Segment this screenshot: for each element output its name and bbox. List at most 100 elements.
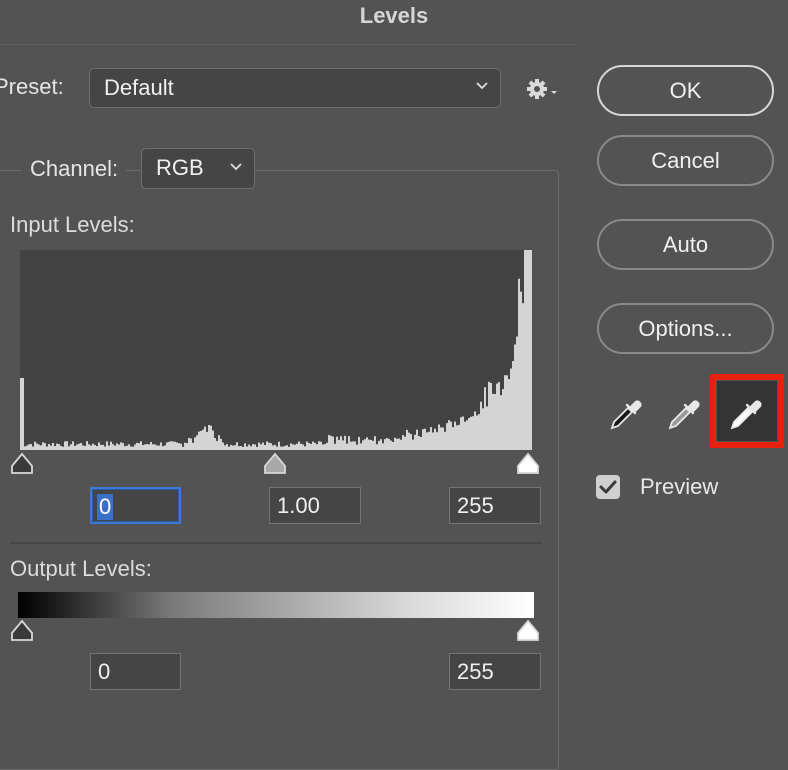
histogram-bar (404, 436, 406, 450)
auto-button[interactable]: Auto (597, 219, 774, 270)
histogram-bar (330, 435, 332, 450)
histogram-bar (222, 442, 224, 450)
histogram-bar (520, 291, 522, 450)
histogram-bar (448, 420, 450, 450)
histogram-bar (146, 444, 148, 450)
input-gamma-field[interactable]: 1.00 (269, 487, 361, 524)
histogram-bar (312, 441, 314, 450)
histogram-bar (530, 250, 532, 450)
histogram-bar (452, 427, 454, 450)
histogram-bar (512, 361, 514, 450)
output-slider[interactable] (10, 619, 540, 643)
histogram-bar (390, 440, 392, 450)
histogram-bar (228, 446, 230, 450)
histogram-bar (392, 442, 394, 450)
histogram-bar (126, 445, 128, 450)
input-black-value: 0 (97, 494, 114, 520)
input-gamma-slider-handle[interactable] (263, 452, 287, 474)
histogram-bar (478, 414, 480, 450)
histogram-bar (344, 435, 346, 450)
histogram-bar (378, 440, 380, 450)
output-white-slider-handle[interactable] (516, 619, 540, 641)
histogram-bar (98, 442, 100, 450)
histogram-bar (410, 434, 412, 450)
histogram-bar (56, 443, 58, 450)
histogram-bar (142, 445, 144, 450)
histogram-bar (524, 250, 526, 450)
histogram-bar (280, 446, 282, 450)
histogram-bar (360, 443, 362, 450)
histogram-bar (496, 383, 498, 450)
output-black-field[interactable]: 0 (90, 653, 181, 690)
cancel-button[interactable]: Cancel (597, 135, 774, 186)
histogram-bar (310, 444, 312, 450)
histogram-bar (134, 444, 136, 450)
histogram-bar (384, 439, 386, 450)
histogram-bar (316, 444, 318, 450)
output-levels-label: Output Levels: (10, 556, 152, 581)
histogram-bar (306, 441, 308, 450)
preview-checkbox[interactable] (596, 475, 620, 499)
histogram-bar (220, 438, 222, 450)
histogram-bar (176, 442, 178, 450)
histogram-bar (458, 424, 460, 450)
histogram-bar (420, 437, 422, 450)
output-black-slider-handle[interactable] (10, 619, 34, 641)
histogram-bar (470, 416, 472, 450)
histogram-bar (112, 444, 114, 450)
histogram-bar (416, 429, 418, 450)
histogram-bar (526, 250, 528, 450)
input-white-field[interactable]: 255 (449, 487, 541, 524)
options-button[interactable]: Options... (597, 303, 774, 354)
histogram-bar (240, 446, 242, 450)
histogram-bar (340, 436, 342, 450)
histogram-bar (110, 441, 112, 450)
histogram-bar (502, 389, 504, 450)
histogram-bar (484, 387, 486, 450)
input-slider[interactable] (10, 452, 540, 476)
histogram-bar (528, 250, 530, 450)
histogram-bar (86, 441, 88, 450)
gray-point-eyedropper-icon[interactable] (666, 392, 702, 432)
histogram-bar (80, 443, 82, 450)
histogram-bar (190, 438, 192, 450)
histogram-bar (72, 441, 74, 450)
histogram-bar (338, 439, 340, 450)
histogram-bar (304, 446, 306, 450)
histogram-bar (438, 424, 440, 450)
histogram-bar (178, 443, 180, 450)
histogram-bar (372, 440, 374, 450)
histogram-bar (46, 446, 48, 450)
histogram-bar (114, 445, 116, 450)
histogram-bar (108, 445, 110, 450)
output-white-field[interactable]: 255 (449, 653, 541, 690)
black-point-eyedropper-icon[interactable] (608, 392, 644, 432)
input-black-field[interactable]: 0 (90, 487, 181, 524)
histogram-bar (200, 430, 202, 450)
histogram-bar (148, 444, 150, 450)
histogram-bar (130, 446, 132, 450)
histogram-bar (366, 437, 368, 450)
channel-dropdown[interactable]: RGB (141, 148, 255, 189)
output-white-value: 255 (457, 659, 494, 684)
histogram-bar (84, 446, 86, 450)
histogram-bar (368, 439, 370, 450)
input-white-slider-handle[interactable] (516, 452, 540, 474)
preset-dropdown[interactable]: Default (89, 68, 501, 108)
histogram-bar (70, 444, 72, 450)
histogram-bar (90, 445, 92, 450)
ok-button[interactable]: OK (597, 65, 774, 116)
histogram-bar (150, 442, 152, 450)
histogram-bar (260, 444, 262, 450)
gear-icon[interactable] (526, 77, 560, 103)
histogram-bar (50, 445, 52, 450)
preset-label: Preset: (0, 74, 64, 99)
histogram-bar (276, 446, 278, 450)
histogram-bar (364, 439, 366, 450)
histogram-bar (66, 441, 68, 450)
histogram-bar (82, 445, 84, 450)
input-black-slider-handle[interactable] (10, 452, 34, 474)
histogram-bar (226, 444, 228, 450)
histogram-bar (202, 429, 204, 450)
histogram-bar (266, 441, 268, 450)
